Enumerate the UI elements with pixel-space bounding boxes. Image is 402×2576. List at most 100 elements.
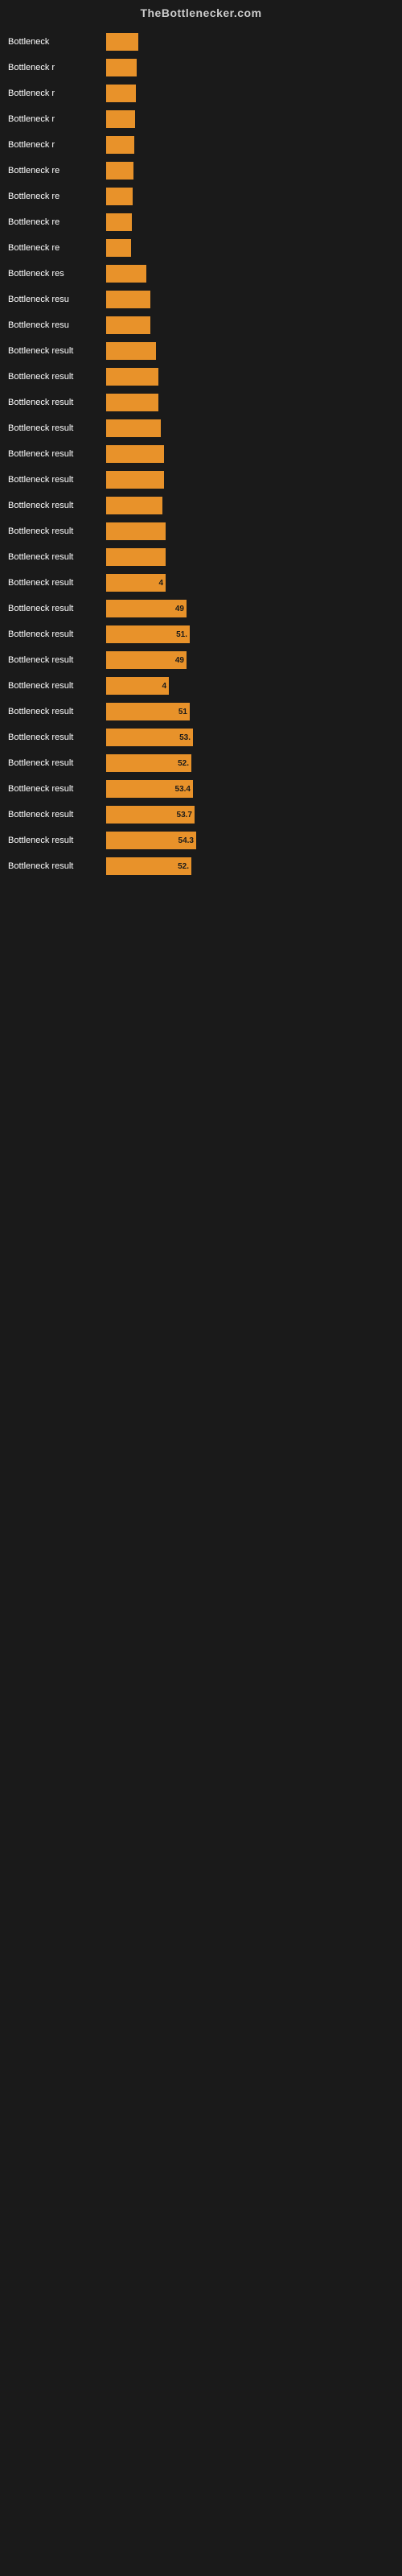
bar-fill [106, 265, 146, 283]
bar-row: Bottleneck result53.7 [8, 803, 386, 826]
bar-wrapper [106, 33, 386, 51]
bar-label: Bottleneck result [8, 526, 105, 536]
bar-wrapper [106, 188, 386, 205]
bar-row: Bottleneck result 51 [8, 700, 386, 723]
bar-fill [106, 394, 158, 411]
bar-row: Bottleneck result [8, 365, 386, 388]
bar-value: 53.7 [177, 811, 192, 819]
bar-row: Bottleneck result53.4 [8, 778, 386, 800]
bar-wrapper [106, 522, 386, 540]
bar-wrapper: 52. [106, 857, 386, 875]
bar-fill: 4 [106, 574, 166, 592]
bar-label: Bottleneck re [8, 192, 105, 201]
bar-fill: 51 [106, 703, 190, 720]
bar-row: Bottleneck result4 [8, 572, 386, 594]
bar-wrapper [106, 342, 386, 360]
bar-row: Bottleneck result [8, 417, 386, 440]
bar-label: Bottleneck result [8, 552, 105, 562]
bar-label: Bottleneck result [8, 681, 105, 691]
bar-wrapper [106, 265, 386, 283]
header: TheBottlenecker.com [0, 0, 402, 23]
bar-label: Bottleneck result [8, 630, 105, 639]
site-title: TheBottlenecker.com [0, 0, 402, 23]
bar-row: Bottleneck result4 [8, 675, 386, 697]
bar-fill: 53.7 [106, 806, 195, 824]
bar-label: Bottleneck result [8, 655, 105, 665]
bar-row: Bottleneck result [8, 443, 386, 465]
bar-label: Bottleneck r [8, 63, 105, 72]
bar-wrapper [106, 110, 386, 128]
bar-fill [106, 316, 150, 334]
bar-row: Bottleneck result [8, 340, 386, 362]
bar-wrapper: 54.3 [106, 832, 386, 849]
bar-value: 51. [176, 630, 187, 639]
bar-label: Bottleneck resu [8, 320, 105, 330]
bar-fill [106, 497, 162, 514]
bar-row: Bottleneck re [8, 237, 386, 259]
bar-row: Bottleneck result 52. [8, 752, 386, 774]
bar-row: Bottleneck res [8, 262, 386, 285]
bar-fill [106, 110, 135, 128]
bar-label: Bottleneck result [8, 578, 105, 588]
bar-fill [106, 342, 156, 360]
chart-container: BottleneckBottleneck rBottleneck rBottle… [0, 23, 402, 889]
bar-label: Bottleneck re [8, 166, 105, 175]
bar-fill [106, 445, 164, 463]
bar-row: Bottleneck result53. [8, 726, 386, 749]
bar-wrapper [106, 136, 386, 154]
bar-label: Bottleneck result [8, 836, 105, 845]
bar-wrapper [106, 85, 386, 102]
bar-row: Bottleneck result [8, 546, 386, 568]
bar-fill: 54.3 [106, 832, 196, 849]
bar-row: Bottleneck result [8, 520, 386, 543]
bar-fill: 49 [106, 600, 187, 617]
bar-wrapper: 53.4 [106, 780, 386, 798]
bar-label: Bottleneck result [8, 372, 105, 382]
bar-label: Bottleneck result [8, 604, 105, 613]
bar-label: Bottleneck result [8, 707, 105, 716]
bar-wrapper [106, 316, 386, 334]
bar-label: Bottleneck result [8, 758, 105, 768]
bar-wrapper [106, 419, 386, 437]
bar-label: Bottleneck result [8, 861, 105, 871]
bar-row: Bottleneck result54.3 [8, 829, 386, 852]
bar-label: Bottleneck r [8, 89, 105, 98]
bar-fill [106, 136, 134, 154]
bar-fill [106, 188, 133, 205]
bar-fill: 49 [106, 651, 187, 669]
bar-row: Bottleneck r [8, 82, 386, 105]
bar-fill: 51. [106, 625, 190, 643]
bar-row: Bottleneck r [8, 56, 386, 79]
bar-wrapper [106, 497, 386, 514]
bar-value: 53.4 [175, 785, 191, 794]
bar-wrapper: 4 [106, 677, 386, 695]
bar-value: 51 [178, 708, 187, 716]
bar-label: Bottleneck re [8, 217, 105, 227]
bar-label: Bottleneck result [8, 423, 105, 433]
bar-fill: 53.4 [106, 780, 193, 798]
bar-wrapper: 51 [106, 703, 386, 720]
bar-label: Bottleneck resu [8, 295, 105, 304]
bar-row: Bottleneck resu [8, 314, 386, 336]
bar-wrapper [106, 548, 386, 566]
bar-label: Bottleneck result [8, 398, 105, 407]
bar-wrapper [106, 368, 386, 386]
bar-value: 49 [175, 656, 184, 665]
bar-row: Bottleneck re [8, 159, 386, 182]
bar-fill: 52. [106, 754, 191, 772]
bar-wrapper: 49 [106, 651, 386, 669]
bar-row: Bottleneck result49 [8, 597, 386, 620]
bar-row: Bottleneck re [8, 211, 386, 233]
bar-wrapper [106, 59, 386, 76]
bar-wrapper [106, 471, 386, 489]
bar-wrapper: 4 [106, 574, 386, 592]
bar-wrapper: 53.7 [106, 806, 386, 824]
bar-fill [106, 239, 131, 257]
bar-fill [106, 291, 150, 308]
bar-wrapper [106, 239, 386, 257]
bar-row: Bottleneck result [8, 469, 386, 491]
bar-value: 52. [178, 862, 189, 871]
bar-value: 52. [178, 759, 189, 768]
bar-fill [106, 85, 136, 102]
bar-value: 53. [179, 733, 191, 742]
